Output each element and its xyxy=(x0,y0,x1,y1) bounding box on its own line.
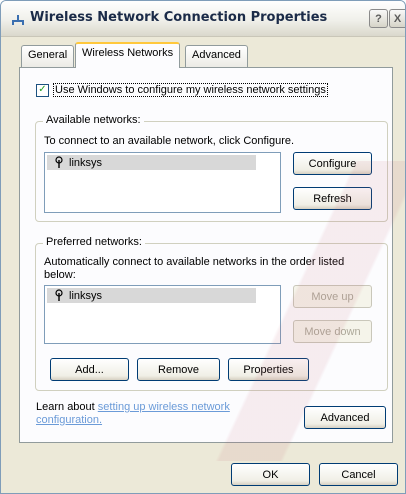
antenna-icon xyxy=(55,289,63,301)
ok-button[interactable]: OK xyxy=(231,463,310,486)
preferred-networks-legend: Preferred networks: xyxy=(43,236,145,248)
list-item[interactable]: linksys xyxy=(47,155,256,170)
available-networks-description: To connect to an available network, clic… xyxy=(44,135,295,147)
antenna-icon xyxy=(55,156,63,168)
available-networks-group: Available networks: To connect to an ava… xyxy=(35,114,388,222)
learn-about-prefix: Learn about xyxy=(36,401,98,413)
tab-general[interactable]: General xyxy=(21,45,75,67)
window-title: Wireless Network Connection Properties xyxy=(30,10,328,25)
preferred-networks-group: Preferred networks: Automatically connec… xyxy=(35,236,388,391)
configure-button[interactable]: Configure xyxy=(293,152,372,175)
use-windows-checkbox-row[interactable]: ✓ Use Windows to configure my wireless n… xyxy=(36,83,328,97)
help-button[interactable]: ? xyxy=(369,9,388,28)
move-up-button[interactable]: Move up xyxy=(293,285,372,308)
use-windows-label[interactable]: Use Windows to configure my wireless net… xyxy=(53,83,328,97)
preferred-networks-description: Automatically connect to available netwo… xyxy=(44,256,345,281)
list-item[interactable]: linksys xyxy=(47,288,256,303)
refresh-button[interactable]: Refresh xyxy=(293,187,372,210)
properties-button[interactable]: Properties xyxy=(228,358,309,381)
available-networks-list[interactable]: linksys xyxy=(44,152,281,213)
properties-dialog: Wireless Network Connection Properties ?… xyxy=(0,0,406,494)
help-icon: ? xyxy=(375,12,382,25)
use-windows-checkbox[interactable]: ✓ xyxy=(36,83,49,97)
title-bar[interactable]: Wireless Network Connection Properties ?… xyxy=(1,1,405,37)
network-connection-icon xyxy=(12,15,24,25)
learn-about-text: Learn about setting up wireless network … xyxy=(36,401,286,427)
move-down-button[interactable]: Move down xyxy=(293,320,372,343)
cancel-button[interactable]: Cancel xyxy=(319,463,398,486)
advanced-button[interactable]: Advanced xyxy=(304,406,386,429)
add-button[interactable]: Add... xyxy=(50,358,129,381)
network-name: linksys xyxy=(69,156,103,169)
available-networks-legend: Available networks: xyxy=(43,114,144,126)
preferred-networks-list[interactable]: linksys xyxy=(44,285,281,344)
close-icon: X xyxy=(393,12,402,25)
tab-advanced[interactable]: Advanced xyxy=(185,45,248,67)
tab-wireless-networks[interactable]: Wireless Networks xyxy=(75,42,181,68)
wireless-networks-panel: ✓ Use Windows to configure my wireless n… xyxy=(19,67,393,443)
close-button[interactable]: X xyxy=(389,9,405,28)
remove-button[interactable]: Remove xyxy=(137,358,220,381)
network-name: linksys xyxy=(69,289,103,302)
